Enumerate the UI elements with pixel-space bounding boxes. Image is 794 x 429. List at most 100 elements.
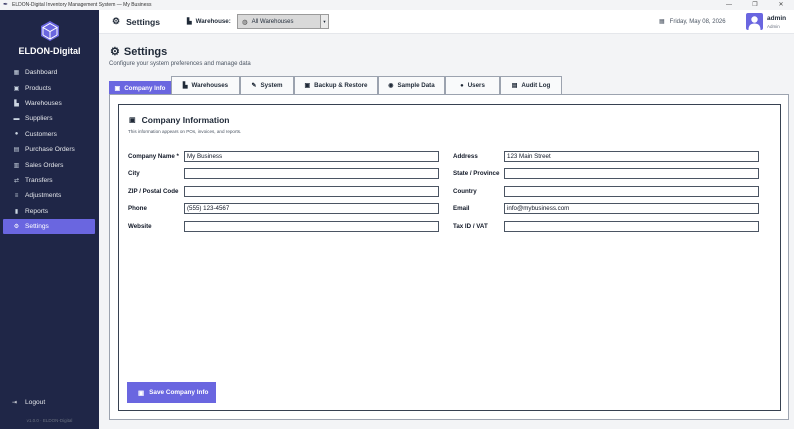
sliders-icon: ≡ bbox=[14, 192, 19, 199]
section-title: ▣ Company Information bbox=[129, 115, 229, 125]
tab-users[interactable]: ● Users bbox=[445, 76, 500, 94]
page-subtitle: Configure your system preferences and ma… bbox=[109, 61, 251, 67]
cube-logo-icon bbox=[40, 20, 60, 42]
cart-icon: ▥ bbox=[13, 162, 20, 169]
section-title-text: Company Information bbox=[141, 115, 230, 125]
address-field[interactable] bbox=[504, 151, 759, 162]
tab-company-info[interactable]: ▣ Company Info bbox=[109, 81, 171, 94]
tab-label: System bbox=[260, 82, 283, 89]
settings-panel: ▣ Company Information This information a… bbox=[109, 94, 789, 420]
clipboard-icon: ▤ bbox=[13, 147, 20, 154]
warehouse-icon: ▙ bbox=[182, 83, 188, 89]
company-name-field[interactable] bbox=[184, 151, 439, 162]
log-icon: ▤ bbox=[511, 83, 518, 89]
sidebar-item-label: Purchase Orders bbox=[25, 146, 75, 154]
sidebar-item-purchase-orders[interactable]: ▤ Purchase Orders bbox=[3, 142, 95, 157]
tab-backup-restore[interactable]: ▣ Backup & Restore bbox=[294, 76, 378, 94]
user-avatar-icon bbox=[748, 16, 761, 30]
logout-label: Logout bbox=[25, 399, 46, 406]
address-label: Address bbox=[453, 153, 478, 160]
save-icon: ▣ bbox=[138, 389, 145, 397]
phone-field[interactable] bbox=[184, 203, 439, 214]
maximize-button[interactable]: ❐ bbox=[742, 0, 768, 10]
avatar[interactable] bbox=[746, 13, 763, 30]
calendar-icon: ▦ bbox=[659, 19, 665, 25]
sidebar-item-label: Sales Orders bbox=[25, 161, 64, 169]
warehouse-label-text: Warehouse: bbox=[195, 18, 231, 25]
logout-icon: ⇥ bbox=[12, 400, 18, 406]
sidebar-item-label: Warehouses bbox=[25, 99, 62, 107]
sidebar-item-customers[interactable]: ● Customers bbox=[3, 127, 95, 142]
zip-field[interactable] bbox=[184, 186, 439, 197]
logout-button[interactable]: ⇥ Logout bbox=[12, 399, 45, 406]
sidebar-item-label: Reports bbox=[25, 207, 49, 215]
email-label: Email bbox=[453, 205, 470, 212]
app-feather-icon: ✒ bbox=[3, 1, 9, 8]
state-field[interactable] bbox=[504, 168, 759, 179]
tab-label: Audit Log bbox=[521, 82, 551, 89]
user-icon: ● bbox=[460, 82, 464, 89]
user-role: Admin bbox=[767, 24, 780, 29]
zip-label: ZIP / Postal Code bbox=[128, 188, 179, 195]
save-company-info-button[interactable]: ▣ Save Company Info bbox=[127, 382, 216, 403]
sidebar-item-settings[interactable]: ⚙ Settings bbox=[3, 218, 95, 235]
sidebar-item-label: Settings bbox=[25, 223, 49, 231]
window-title: ELDON-Digital Inventory Management Syste… bbox=[12, 2, 152, 8]
sidebar-item-warehouses[interactable]: ▙ Warehouses bbox=[3, 96, 95, 111]
sidebar-item-label: Products bbox=[25, 84, 52, 92]
users-icon: ● bbox=[14, 131, 19, 138]
sidebar-item-label: Adjustments bbox=[25, 192, 62, 200]
city-field[interactable] bbox=[184, 168, 439, 179]
country-field[interactable] bbox=[504, 186, 759, 197]
sidebar-item-label: Customers bbox=[25, 130, 57, 138]
state-label: State / Province bbox=[453, 170, 500, 177]
email-field[interactable] bbox=[504, 203, 759, 214]
country-label: Country bbox=[453, 188, 477, 195]
sidebar-item-reports[interactable]: ▮ Reports bbox=[3, 204, 95, 219]
tab-label: Company Info bbox=[124, 84, 166, 92]
tab-sample-data[interactable]: ◉ Sample Data bbox=[378, 76, 445, 94]
sidebar-item-sales-orders[interactable]: ▥ Sales Orders bbox=[3, 157, 95, 172]
sidebar-item-suppliers[interactable]: ▬ Suppliers bbox=[3, 111, 95, 126]
tab-label: Warehouses bbox=[191, 82, 229, 89]
sidebar-item-transfers[interactable]: ⇄ Transfers bbox=[3, 173, 95, 188]
tab-warehouses[interactable]: ▙ Warehouses bbox=[171, 76, 240, 94]
dashboard-icon: ▦ bbox=[13, 70, 20, 77]
tab-audit-log[interactable]: ▤ Audit Log bbox=[500, 76, 562, 94]
sidebar-item-adjustments[interactable]: ≡ Adjustments bbox=[3, 188, 95, 203]
top-header: ⚙ Settings ▙ Warehouse: ◍ All Warehouses… bbox=[99, 10, 794, 34]
brand-name: ELDON-Digital bbox=[18, 46, 81, 56]
save-button-label: Save Company Info bbox=[149, 389, 209, 396]
page-title: ⚙ Settings bbox=[110, 45, 167, 59]
dropdown-arrow-icon[interactable]: ▼ bbox=[320, 15, 328, 28]
tax-id-field[interactable] bbox=[504, 221, 759, 232]
building-icon: ▣ bbox=[114, 85, 121, 92]
sidebar-nav: ▦ Dashboard ▣ Products ▙ Warehouses ▬ Su… bbox=[3, 65, 95, 235]
warehouse-icon: ▙ bbox=[187, 19, 192, 25]
sidebar-item-label: Suppliers bbox=[25, 115, 53, 123]
close-button[interactable]: ✕ bbox=[768, 0, 794, 10]
truck-icon: ▬ bbox=[13, 115, 20, 122]
section-subtitle: This information appears on POs, invoice… bbox=[128, 129, 242, 134]
gear-icon: ⚙ bbox=[13, 224, 20, 231]
user-name[interactable]: admin bbox=[767, 15, 786, 22]
wrench-icon: ✎ bbox=[251, 83, 257, 89]
minimize-button[interactable]: — bbox=[716, 0, 742, 10]
transfer-icon: ⇄ bbox=[13, 177, 20, 184]
warehouse-label: ▙ Warehouse: bbox=[187, 18, 231, 25]
sidebar: ELDON-Digital ▦ Dashboard ▣ Products ▙ W… bbox=[0, 10, 99, 429]
tab-system[interactable]: ✎ System bbox=[240, 76, 294, 94]
gear-icon: ⚙ bbox=[110, 46, 120, 58]
version-text: v1.0.0 · ELDON-Digital bbox=[26, 418, 73, 423]
website-field[interactable] bbox=[184, 221, 439, 232]
sidebar-item-dashboard[interactable]: ▦ Dashboard bbox=[3, 65, 95, 80]
sidebar-item-label: Dashboard bbox=[25, 69, 58, 77]
warehouse-select[interactable]: ◍ All Warehouses ▼ bbox=[237, 14, 329, 29]
brand: ELDON-Digital bbox=[0, 20, 99, 56]
company-name-label: Company Name * bbox=[128, 153, 179, 160]
sidebar-item-products[interactable]: ▣ Products bbox=[3, 80, 95, 95]
warehouse-select-value: All Warehouses bbox=[251, 18, 294, 25]
tab-label: Backup & Restore bbox=[314, 82, 368, 89]
sidebar-item-label: Transfers bbox=[25, 176, 53, 184]
tab-label: Sample Data bbox=[397, 82, 435, 89]
